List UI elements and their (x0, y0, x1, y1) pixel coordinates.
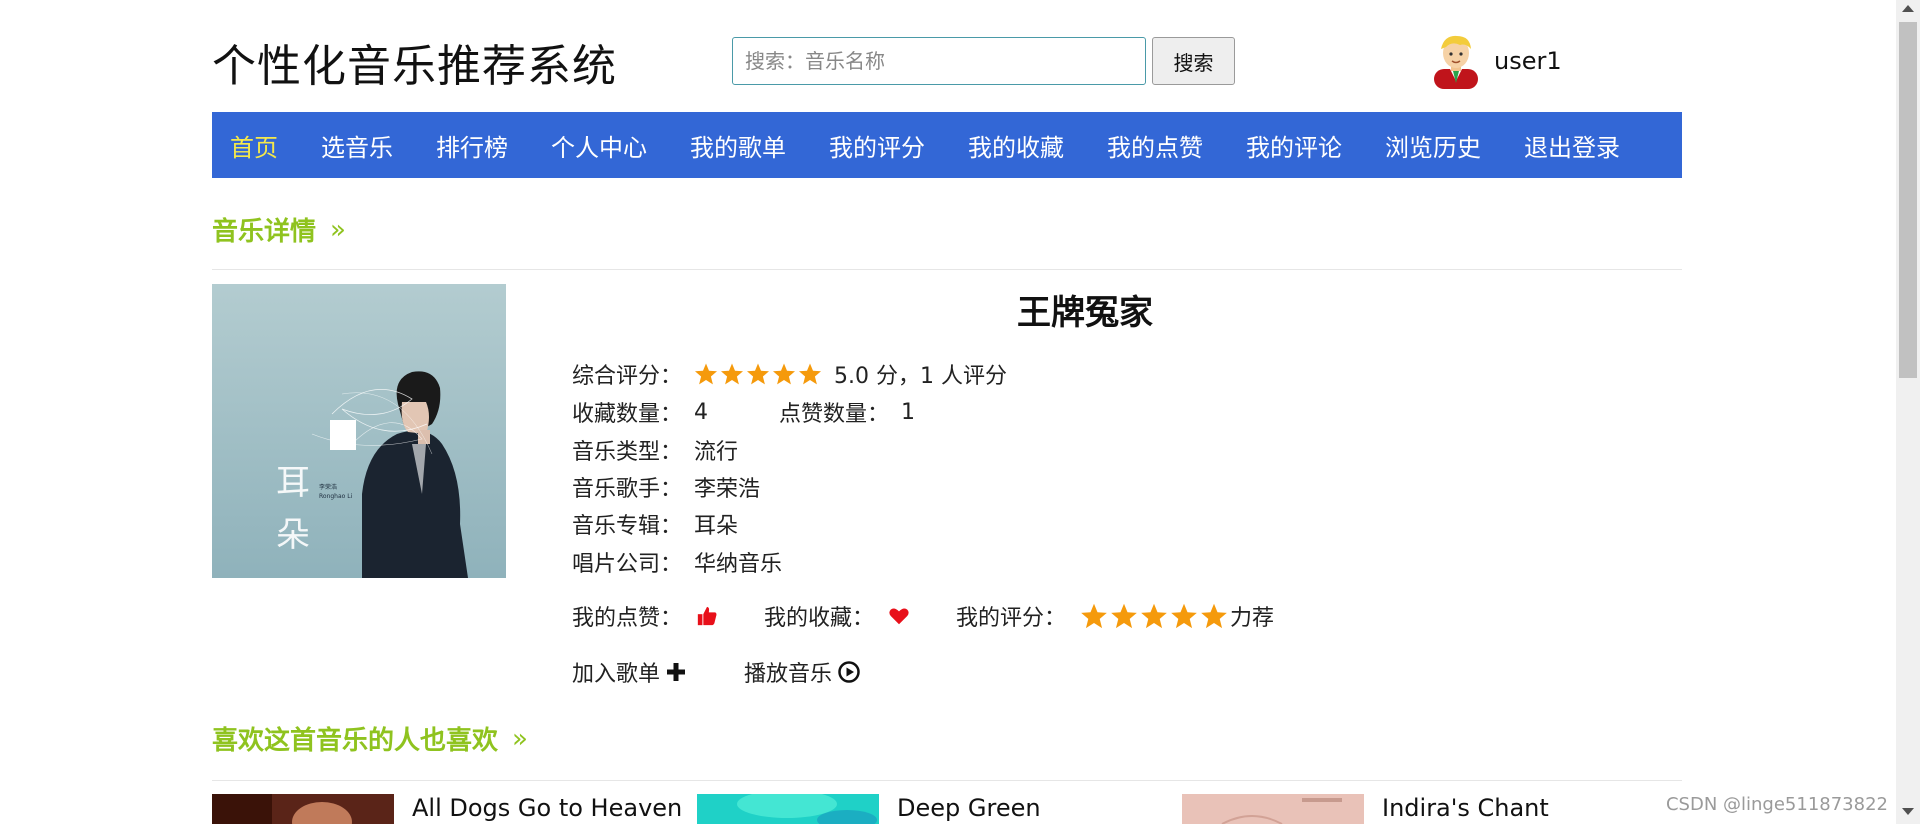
album-row: 音乐专辑： 耳朵 (572, 508, 738, 540)
type-row: 音乐类型： 流行 (572, 434, 738, 466)
rating-row: 综合评分： 5.0 分，1 人评分 (572, 358, 1007, 390)
song-title: 王牌冤家 (1017, 293, 1153, 333)
recommend-item-cover (697, 794, 879, 824)
singer-row: 音乐歌手： 李荣浩 (572, 471, 760, 503)
add-to-playlist-label: 加入歌单 (572, 662, 661, 687)
my-rating: 我的评分： 力荐 (956, 600, 1274, 632)
counts-row: 收藏数量： 4 点赞数量： 1 (572, 396, 915, 428)
scroll-down-icon[interactable] (1902, 808, 1914, 815)
recommend-item[interactable]: Indira's Chant (1182, 794, 1549, 824)
collect-count-value: 4 (694, 399, 708, 425)
avatar (1434, 35, 1478, 89)
user-area[interactable]: user1 (1430, 33, 1562, 89)
star-icon (747, 363, 769, 385)
collect-count-label: 收藏数量： (572, 402, 683, 427)
nav-item-my-ratings[interactable]: 我的评分 (829, 128, 925, 163)
add-to-playlist-button[interactable]: 加入歌单 (572, 656, 686, 688)
album-cover: 耳 朵 李荣浩 Ronghao Li (212, 284, 506, 578)
chevron-right-icon: » (512, 723, 528, 754)
star-icon[interactable] (1080, 602, 1108, 630)
scroll-up-icon[interactable] (1902, 5, 1914, 12)
my-actions-row: 我的点赞： 我的收藏： 我的评分： 力荐 (572, 600, 1320, 632)
divider (212, 269, 1682, 270)
divider (212, 780, 1682, 781)
main-nav: 首页 选音乐 排行榜 个人中心 我的歌单 我的评分 我的收藏 我的点赞 我的评论… (212, 112, 1682, 178)
nav-item-logout[interactable]: 退出登录 (1524, 128, 1620, 163)
rating-stars (694, 362, 824, 386)
nav-item-my-playlist[interactable]: 我的歌单 (690, 128, 786, 163)
recommend-item-cover (212, 794, 394, 824)
my-collect-label: 我的收藏： (764, 606, 875, 631)
recommend-item[interactable]: Deep Green (697, 794, 1041, 824)
like-count-value: 1 (901, 399, 915, 425)
star-icon[interactable] (1170, 602, 1198, 630)
type-value: 流行 (694, 440, 739, 465)
svg-text:耳: 耳 (276, 463, 310, 503)
username: user1 (1494, 47, 1562, 75)
plus-icon (667, 663, 686, 681)
star-icon (773, 363, 795, 385)
company-row: 唱片公司： 华纳音乐 (572, 546, 782, 578)
my-like: 我的点赞： (572, 600, 718, 632)
search-input[interactable] (732, 37, 1146, 85)
page: 个性化音乐推荐系统 搜索 user1 首页 选音乐 排行榜 个人中心 我的歌单 … (0, 0, 1920, 824)
nav-item-my-favorites[interactable]: 我的收藏 (968, 128, 1064, 163)
nav-item-home[interactable]: 首页 (230, 128, 278, 163)
nav-item-history[interactable]: 浏览历史 (1385, 128, 1481, 163)
my-like-label: 我的点赞： (572, 606, 683, 631)
scrollbar-thumb[interactable] (1899, 22, 1917, 378)
star-icon (721, 363, 743, 385)
album-label: 音乐专辑： (572, 514, 683, 539)
recommend-item-name[interactable]: Deep Green (897, 794, 1041, 822)
singer-label: 音乐歌手： (572, 477, 683, 502)
svg-text:李荣浩: 李荣浩 (319, 483, 337, 491)
rating-label: 综合评分： (572, 364, 683, 389)
thumbs-up-icon[interactable] (696, 605, 718, 627)
my-collect: 我的收藏： (764, 600, 910, 632)
recommend-item-name[interactable]: All Dogs Go to Heaven (412, 794, 682, 822)
star-icon[interactable] (1200, 602, 1228, 630)
nav-item-my-comments[interactable]: 我的评论 (1246, 128, 1342, 163)
nav-item-profile[interactable]: 个人中心 (551, 128, 647, 163)
recommend-item-name[interactable]: Indira's Chant (1382, 794, 1549, 822)
site-title: 个性化音乐推荐系统 (212, 41, 617, 92)
my-rating-text: 力荐 (1230, 606, 1275, 631)
watermark: CSDN @linge511873822 (1665, 794, 1888, 815)
svg-text:朵: 朵 (276, 515, 310, 555)
nav-item-ranking[interactable]: 排行榜 (436, 128, 508, 163)
section-heading-recommend: 喜欢这首音乐的人也喜欢 » (212, 720, 528, 757)
section-heading-text: 喜欢这首音乐的人也喜欢 (212, 726, 499, 756)
type-label: 音乐类型： (572, 440, 683, 465)
nav-item-choose-music[interactable]: 选音乐 (321, 128, 393, 163)
search-button[interactable]: 搜索 (1152, 37, 1235, 85)
heart-icon[interactable] (888, 605, 910, 627)
svg-text:Ronghao Li: Ronghao Li (319, 493, 353, 500)
album-value: 耳朵 (694, 514, 739, 539)
singer-value: 李荣浩 (694, 477, 761, 502)
play-circle-icon (838, 661, 860, 683)
section-heading-detail: 音乐详情 » (212, 211, 346, 248)
play-music-button[interactable]: 播放音乐 (744, 656, 860, 688)
recommend-item[interactable]: All Dogs Go to Heaven (212, 794, 682, 824)
section-heading-text: 音乐详情 (212, 217, 317, 247)
star-icon (799, 363, 821, 385)
like-count-label: 点赞数量： (779, 402, 890, 427)
chevron-right-icon: » (330, 214, 346, 245)
recommend-item-cover (1182, 794, 1364, 824)
star-icon[interactable] (1110, 602, 1138, 630)
my-rating-stars[interactable] (1080, 602, 1230, 630)
my-rating-label: 我的评分： (956, 606, 1067, 631)
star-icon (695, 363, 717, 385)
play-music-label: 播放音乐 (744, 662, 833, 687)
rating-text: 5.0 分，1 人评分 (834, 364, 1007, 389)
star-icon[interactable] (1140, 602, 1168, 630)
company-label: 唱片公司： (572, 552, 683, 577)
song-operations-row: 加入歌单 播放音乐 (572, 656, 918, 688)
nav-item-my-likes[interactable]: 我的点赞 (1107, 128, 1203, 163)
company-value: 华纳音乐 (694, 552, 783, 577)
